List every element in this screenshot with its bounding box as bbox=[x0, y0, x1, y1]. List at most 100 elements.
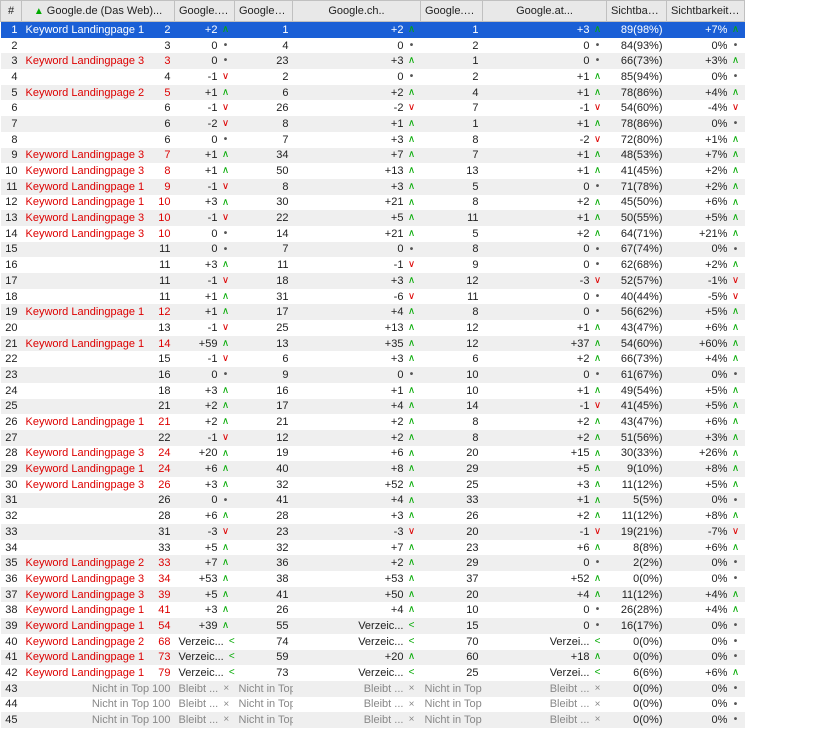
table-row[interactable]: 2013-1 ∨25+13 ∧12+1 ∧43(47%)+6% ∧ bbox=[1, 320, 830, 336]
cell-de-diff: Bleibt ... × bbox=[175, 681, 235, 697]
table-row[interactable]: 2521+2 ∧17+4 ∧14-1 ∨41(45%)+5% ∧ bbox=[1, 399, 830, 415]
table-row[interactable]: 28Keyword Landingpage 324+20 ∧19+6 ∧20+1… bbox=[1, 446, 830, 462]
cell-at-diff: +3 ∧ bbox=[483, 477, 607, 493]
cell-vis-diff: -1% ∨ bbox=[667, 273, 745, 289]
table-row[interactable]: 42Keyword Landingpage 179Verzeic... <73V… bbox=[1, 665, 830, 681]
cell-at: 8 bbox=[421, 430, 483, 446]
table-row[interactable]: 3228+6 ∧28+3 ∧26+2 ∧11(12%)+8% ∧ bbox=[1, 508, 830, 524]
table-row[interactable]: 1611+3 ∧11-1 ∨90 •62(68%)+2% ∧ bbox=[1, 257, 830, 273]
table-row[interactable]: 14Keyword Landingpage 3100 •14+21 ∧5+2 ∧… bbox=[1, 226, 830, 242]
cell-ch-diff: +3 ∧ bbox=[293, 179, 421, 195]
cell-ch: Nicht in Top 100 bbox=[235, 697, 293, 713]
arrow-up-icon: ∧ bbox=[593, 449, 603, 459]
ranking-table[interactable]: # ▲ Google.de (Das Web)... Google.de... … bbox=[0, 0, 830, 728]
cell-index: 37 bbox=[1, 587, 22, 603]
table-row[interactable]: 23160 •90 •100 •61(67%)0% • bbox=[1, 367, 830, 383]
dot-icon: • bbox=[731, 652, 741, 662]
arrow-up-icon: ∧ bbox=[593, 652, 603, 662]
col-google-de-diff[interactable]: Google.de... bbox=[175, 1, 235, 22]
arrow-up-icon: ∧ bbox=[221, 339, 231, 349]
table-row[interactable]: 3433+5 ∧32+7 ∧23+6 ∧8(8%)+6% ∧ bbox=[1, 540, 830, 556]
cell-ch: 13 bbox=[235, 336, 293, 352]
table-row[interactable]: 36Keyword Landingpage 334+53 ∧38+53 ∧37+… bbox=[1, 571, 830, 587]
cell-vis-diff: 0% • bbox=[667, 555, 745, 571]
col-google-at[interactable]: Google.at (Das Web)... bbox=[421, 1, 483, 22]
table-row[interactable]: 37Keyword Landingpage 339+5 ∧41+50 ∧20+4… bbox=[1, 587, 830, 603]
col-google-ch-diff[interactable]: Google.ch.. bbox=[293, 1, 421, 22]
col-index[interactable]: # bbox=[1, 1, 22, 22]
table-row[interactable]: 76-2 ∨8+1 ∧1+1 ∧78(86%)0% • bbox=[1, 116, 830, 132]
table-row[interactable]: 45Nicht in Top 100Bleibt ... ×Nicht in T… bbox=[1, 712, 830, 728]
table-row[interactable]: 3Keyword Landingpage 330 •23+3 ∧10 •66(7… bbox=[1, 53, 830, 69]
table-row[interactable]: 1Keyword Landingpage 12+2 ∧1+2 ∧1+3 ∧89(… bbox=[1, 22, 830, 38]
cell-de-diff: +5 ∧ bbox=[175, 540, 235, 556]
table-row[interactable]: 29Keyword Landingpage 124+6 ∧40+8 ∧29+5 … bbox=[1, 461, 830, 477]
table-row[interactable]: 860 •7+3 ∧8-2 ∨72(80%)+1% ∧ bbox=[1, 132, 830, 148]
table-row[interactable]: 11Keyword Landingpage 19-1 ∨8+3 ∧50 •71(… bbox=[1, 179, 830, 195]
cell-keyword: Keyword Landingpage 25 bbox=[22, 85, 175, 101]
arrow-down-icon: ∨ bbox=[731, 103, 741, 113]
table-row[interactable]: 10Keyword Landingpage 38+1 ∧50+13 ∧13+1 … bbox=[1, 163, 830, 179]
table-row[interactable]: 38Keyword Landingpage 141+3 ∧26+4 ∧100 •… bbox=[1, 602, 830, 618]
cell-at-diff: -3 ∨ bbox=[483, 273, 607, 289]
dot-icon: • bbox=[731, 72, 741, 82]
table-row[interactable]: 30Keyword Landingpage 326+3 ∧32+52 ∧25+3… bbox=[1, 477, 830, 493]
table-row[interactable]: 9Keyword Landingpage 37+1 ∧34+7 ∧7+1 ∧48… bbox=[1, 148, 830, 164]
col-google-de[interactable]: ▲ Google.de (Das Web)... bbox=[22, 1, 175, 22]
cell-at: 29 bbox=[421, 555, 483, 571]
cell-at-diff: +5 ∧ bbox=[483, 461, 607, 477]
cell-at: 6 bbox=[421, 351, 483, 367]
table-row[interactable]: 44Nicht in Top 100Bleibt ... ×Nicht in T… bbox=[1, 697, 830, 713]
cell-index: 32 bbox=[1, 508, 22, 524]
arrow-down-icon: ∨ bbox=[221, 276, 231, 286]
arrow-down-icon: ∨ bbox=[221, 103, 231, 113]
table-row[interactable]: 2215-1 ∨6+3 ∧6+2 ∧66(73%)+4% ∧ bbox=[1, 351, 830, 367]
cell-de-diff: +3 ∧ bbox=[175, 383, 235, 399]
table-row[interactable]: 19Keyword Landingpage 112+1 ∧17+4 ∧80 •5… bbox=[1, 304, 830, 320]
table-row[interactable]: 12Keyword Landingpage 110+3 ∧30+21 ∧8+2 … bbox=[1, 195, 830, 211]
table-row[interactable]: 5Keyword Landingpage 25+1 ∧6+2 ∧4+1 ∧78(… bbox=[1, 85, 830, 101]
cell-index: 6 bbox=[1, 100, 22, 116]
table-row[interactable]: 44-1 ∨20 •2+1 ∧85(94%)0% • bbox=[1, 69, 830, 85]
table-row[interactable]: 15110 •70 •80 •67(74%)0% • bbox=[1, 242, 830, 258]
table-row[interactable]: 43Nicht in Top 100Bleibt ... ×Nicht in T… bbox=[1, 681, 830, 697]
table-row[interactable]: 41Keyword Landingpage 173Verzeic... <59+… bbox=[1, 650, 830, 666]
table-row[interactable]: 39Keyword Landingpage 154+39 ∧55Verzeic.… bbox=[1, 618, 830, 634]
cell-at: 10 bbox=[421, 367, 483, 383]
col-google-at-diff[interactable]: Google.at... bbox=[483, 1, 607, 22]
table-row[interactable]: 26Keyword Landingpage 121+2 ∧21+2 ∧8+2 ∧… bbox=[1, 414, 830, 430]
cell-de-diff: Bleibt ... × bbox=[175, 697, 235, 713]
cell-keyword: 26 bbox=[22, 493, 175, 509]
table-row[interactable]: 35Keyword Landingpage 233+7 ∧36+2 ∧290 •… bbox=[1, 555, 830, 571]
arrow-up-icon: ∧ bbox=[221, 386, 231, 396]
col-google-ch[interactable]: Google.ch (Das Web)... bbox=[235, 1, 293, 22]
x-icon: × bbox=[593, 684, 603, 694]
cell-keyword: 11 bbox=[22, 257, 175, 273]
cell-ch: 6 bbox=[235, 85, 293, 101]
dot-icon: • bbox=[731, 621, 741, 631]
table-row[interactable]: 31260 •41+4 ∧33+1 ∧5(5%)0% • bbox=[1, 493, 830, 509]
table-row[interactable]: 21Keyword Landingpage 114+59 ∧13+35 ∧12+… bbox=[1, 336, 830, 352]
table-row[interactable]: 3331-3 ∨23-3 ∨20-1 ∨19(21%)-7% ∨ bbox=[1, 524, 830, 540]
cell-ch-diff: Verzeic... < bbox=[293, 634, 421, 650]
col-visibility[interactable]: Sichtbarkeit bbox=[607, 1, 667, 22]
cell-ch-diff: +2 ∧ bbox=[293, 414, 421, 430]
cell-de-diff: +1 ∧ bbox=[175, 85, 235, 101]
table-row[interactable]: 1811+1 ∧31-6 ∨110 •40(44%)-5% ∨ bbox=[1, 289, 830, 305]
arrow-left-icon: < bbox=[227, 637, 235, 647]
cell-at: 1 bbox=[421, 53, 483, 69]
arrow-down-icon: ∨ bbox=[221, 119, 231, 129]
table-row[interactable]: 2418+3 ∧16+1 ∧10+1 ∧49(54%)+5% ∧ bbox=[1, 383, 830, 399]
cell-de-diff: +1 ∧ bbox=[175, 289, 235, 305]
arrow-up-icon: ∧ bbox=[407, 354, 417, 364]
table-row[interactable]: 1711-1 ∨18+3 ∧12-3 ∨52(57%)-1% ∨ bbox=[1, 273, 830, 289]
arrow-up-icon: ∧ bbox=[407, 480, 417, 490]
table-row[interactable]: 13Keyword Landingpage 310-1 ∨22+5 ∧11+1 … bbox=[1, 210, 830, 226]
table-row[interactable]: 66-1 ∨26-2 ∨7-1 ∨54(60%)-4% ∨ bbox=[1, 100, 830, 116]
table-row[interactable]: 40Keyword Landingpage 268Verzeic... <74V… bbox=[1, 634, 830, 650]
arrow-down-icon: ∨ bbox=[731, 276, 741, 286]
col-visibility-diff[interactable]: Sichtbarkeit-Differenz bbox=[667, 1, 745, 22]
table-row[interactable]: 2722-1 ∨12+2 ∧8+2 ∧51(56%)+3% ∧ bbox=[1, 430, 830, 446]
cell-de-diff: 0 • bbox=[175, 38, 235, 54]
table-row[interactable]: 230 •40 •20 •84(93%)0% • bbox=[1, 38, 830, 54]
